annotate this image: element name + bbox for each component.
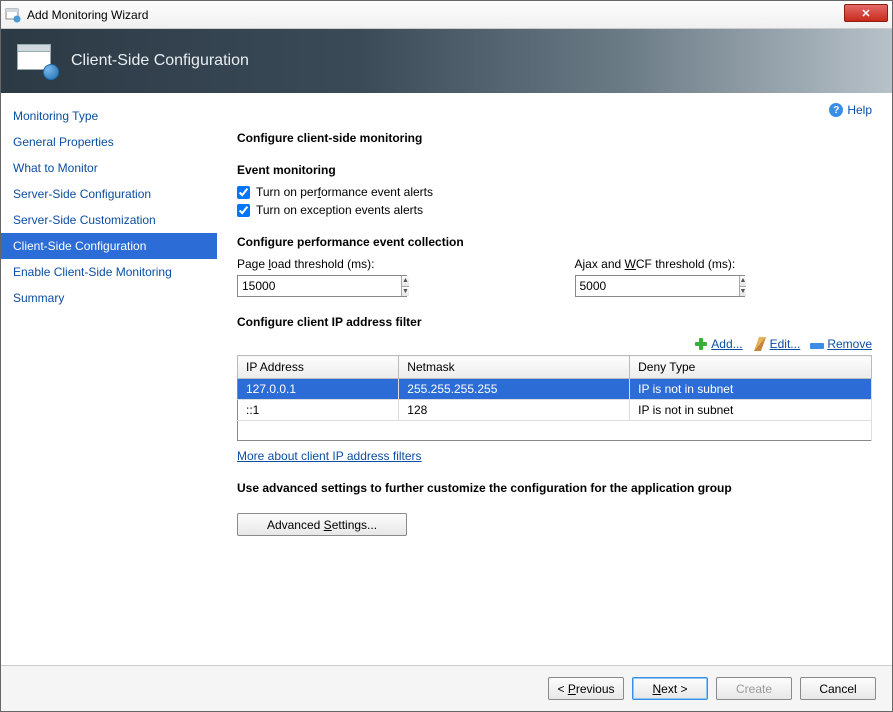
perf-collection-heading: Configure performance event collection: [237, 235, 872, 249]
banner-icon: [17, 44, 57, 78]
pencil-icon: [754, 337, 766, 351]
event-monitoring-heading: Event monitoring: [237, 163, 872, 177]
advanced-heading: Use advanced settings to further customi…: [237, 481, 872, 495]
next-button[interactable]: Next >: [632, 677, 708, 700]
page-load-threshold-input[interactable]: [238, 276, 401, 296]
wizard-footer: < Previous Next > Create Cancel: [1, 665, 892, 711]
cancel-button[interactable]: Cancel: [800, 677, 876, 700]
page-load-threshold-label: Page load threshold (ms):: [237, 257, 535, 271]
ajax-threshold-label: Ajax and WCF threshold (ms):: [575, 257, 873, 271]
banner-heading: Client-Side Configuration: [71, 52, 249, 70]
spinner-up[interactable]: ▲: [402, 276, 409, 287]
wizard-step[interactable]: Server-Side Configuration: [1, 181, 217, 207]
table-row[interactable]: 127.0.0.1255.255.255.255IP is not in sub…: [238, 379, 872, 400]
wizard-step[interactable]: Summary: [1, 285, 217, 311]
previous-button[interactable]: < Previous: [548, 677, 624, 700]
plus-icon: [694, 337, 708, 351]
ip-filter-more-link[interactable]: More about client IP address filters: [237, 449, 422, 463]
help-link[interactable]: ? Help: [829, 103, 872, 117]
minus-icon: [810, 343, 824, 349]
performance-alerts-checkbox[interactable]: [237, 186, 250, 199]
create-button: Create: [716, 677, 792, 700]
main-panel: ? Help Configure client-side monitoring …: [217, 93, 892, 665]
exception-alerts-label[interactable]: Turn on exception events alerts: [256, 203, 423, 217]
remove-button[interactable]: Remove: [810, 337, 872, 351]
column-header[interactable]: IP Address: [238, 356, 399, 379]
close-button[interactable]: ✕: [844, 4, 888, 22]
wizard-step[interactable]: Monitoring Type: [1, 103, 217, 129]
wizard-step[interactable]: General Properties: [1, 129, 217, 155]
wizard-step[interactable]: What to Monitor: [1, 155, 217, 181]
wizard-step[interactable]: Server-Side Customization: [1, 207, 217, 233]
exception-alerts-checkbox[interactable]: [237, 204, 250, 217]
help-icon: ?: [829, 103, 843, 117]
edit-button[interactable]: Edit...: [753, 337, 801, 351]
ip-filter-heading: Configure client IP address filter: [237, 315, 872, 329]
close-icon: ✕: [861, 7, 870, 20]
wizard-step[interactable]: Enable Client-Side Monitoring: [1, 259, 217, 285]
ajax-threshold-input[interactable]: [576, 276, 739, 296]
window-title: Add Monitoring Wizard: [27, 8, 888, 22]
help-label: Help: [847, 103, 872, 117]
spinner-down[interactable]: ▼: [740, 287, 747, 297]
add-button[interactable]: Add...: [694, 337, 742, 351]
column-header[interactable]: Deny Type: [630, 356, 872, 379]
banner: Client-Side Configuration: [1, 29, 892, 93]
titlebar: Add Monitoring Wizard ✕: [1, 1, 892, 29]
spinner-up[interactable]: ▲: [740, 276, 747, 287]
page-heading: Configure client-side monitoring: [237, 131, 872, 145]
spinner-down[interactable]: ▼: [402, 287, 409, 297]
advanced-settings-button[interactable]: Advanced Settings...: [237, 513, 407, 536]
table-row[interactable]: ::1128IP is not in subnet: [238, 400, 872, 421]
performance-alerts-label[interactable]: Turn on performance event alerts: [256, 185, 433, 199]
column-header[interactable]: Netmask: [399, 356, 630, 379]
ajax-threshold-spinner[interactable]: ▲▼: [575, 275, 745, 297]
wizard-step[interactable]: Client-Side Configuration: [1, 233, 217, 259]
wizard-steps-sidebar: Monitoring TypeGeneral PropertiesWhat to…: [1, 93, 217, 665]
wizard-icon: [5, 7, 21, 23]
ip-filter-toolbar: Add... Edit... Remove: [237, 337, 872, 351]
page-load-threshold-spinner[interactable]: ▲▼: [237, 275, 407, 297]
ip-filter-table[interactable]: IP AddressNetmaskDeny Type 127.0.0.1255.…: [237, 355, 872, 441]
